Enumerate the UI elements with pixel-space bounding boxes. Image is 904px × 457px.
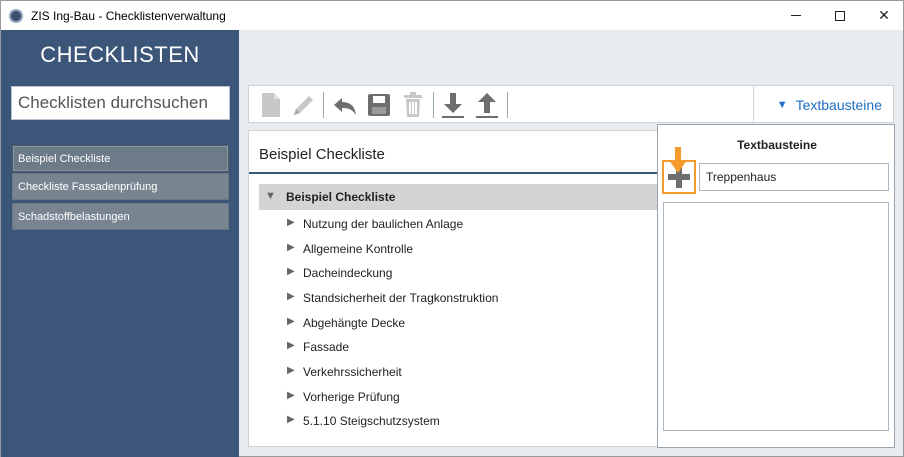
collapsed-arrow-icon[interactable]: ▶ (287, 266, 295, 277)
minimize-icon (791, 15, 801, 16)
collapsed-arrow-icon[interactable]: ▶ (287, 365, 295, 376)
textbausteine-panel-title: Textbausteine (737, 138, 817, 152)
collapsed-arrow-icon[interactable]: ▶ (287, 414, 295, 425)
app-logo-icon (9, 9, 23, 23)
down-arrow-hint-icon (669, 147, 687, 173)
tree-item-label: 5.1.10 Steigschutzsystem (303, 414, 440, 428)
upload-icon[interactable] (473, 90, 501, 120)
window-titlebar: ZIS Ing-Bau - Checklistenverwaltung ✕ (0, 0, 904, 30)
close-button[interactable]: ✕ (861, 1, 904, 30)
collapsed-arrow-icon[interactable]: ▶ (287, 340, 295, 351)
tree-item-label: Dacheindeckung (303, 266, 393, 280)
sidebar: CHECKLISTEN Beispiel Checkliste Checklis… (1, 30, 239, 457)
toolbar-separator (323, 92, 324, 118)
tree-item-label: Vorherige Prüfung (303, 390, 400, 404)
new-document-icon[interactable] (257, 90, 285, 120)
checklist-search-input[interactable] (11, 86, 230, 120)
expanded-arrow-icon[interactable]: ▼ (265, 190, 276, 202)
sidebar-item-checkliste-fassadenpruefung[interactable]: Checkliste Fassadenprüfung (12, 173, 229, 200)
toolbar-separator (507, 92, 508, 118)
textbaustein-list[interactable] (663, 202, 889, 431)
minimize-button[interactable] (773, 1, 819, 30)
toolbar-separator (433, 92, 434, 118)
maximize-button[interactable] (817, 1, 863, 30)
undo-icon[interactable] (331, 90, 359, 120)
textbausteine-panel: Textbausteine (657, 124, 895, 448)
chevron-down-icon: ▼ (776, 99, 788, 111)
sidebar-title: CHECKLISTEN (40, 42, 200, 67)
edit-pencil-icon[interactable] (289, 90, 317, 120)
panel-title: Beispiel Checkliste (259, 146, 385, 163)
collapsed-arrow-icon[interactable]: ▶ (287, 291, 295, 302)
checklist-panel: Beispiel Checkliste ▼ Beispiel Checklist… (248, 130, 659, 447)
sidebar-item-beispiel-checkliste[interactable]: Beispiel Checkliste (12, 145, 229, 172)
collapsed-arrow-icon[interactable]: ▶ (287, 316, 295, 327)
download-icon[interactable] (439, 90, 467, 120)
tree-item-label: Standsicherheit der Tragkonstruktion (303, 291, 499, 305)
sidebar-item-schadstoffbelastungen[interactable]: Schadstoffbelastungen (12, 203, 229, 230)
toolbar-divider (753, 86, 754, 124)
maximize-icon (835, 10, 845, 21)
panel-title-underline (249, 172, 659, 174)
textbausteine-toggle-label: Textbausteine (795, 97, 882, 113)
window-title: ZIS Ing-Bau - Checklistenverwaltung (31, 9, 226, 23)
textbaustein-input[interactable] (699, 163, 889, 191)
collapsed-arrow-icon[interactable]: ▶ (287, 217, 295, 228)
save-icon[interactable] (365, 90, 393, 120)
tree-item-label: Fassade (303, 340, 350, 354)
collapsed-arrow-icon[interactable]: ▶ (287, 242, 295, 253)
tree-item-label: Verkehrssicherheit (303, 365, 402, 379)
textbausteine-toggle-button[interactable]: ▼ Textbausteine (764, 86, 894, 124)
close-icon: ✕ (878, 7, 890, 23)
tree-root-node[interactable]: ▼ Beispiel Checkliste (259, 184, 659, 210)
delete-trash-icon[interactable] (399, 90, 427, 120)
tree-item-label: Abgehängte Decke (303, 316, 406, 330)
collapsed-arrow-icon[interactable]: ▶ (287, 390, 295, 401)
app-frame: CHECKLISTEN Beispiel Checkliste Checklis… (0, 30, 904, 457)
tree-item-label: Nutzung der baulichen Anlage (303, 217, 464, 231)
tree-root-label: Beispiel Checkliste (286, 190, 396, 204)
toolbar: ▼ Textbausteine (248, 85, 894, 124)
tree-item-label: Allgemeine Kontrolle (303, 242, 414, 256)
